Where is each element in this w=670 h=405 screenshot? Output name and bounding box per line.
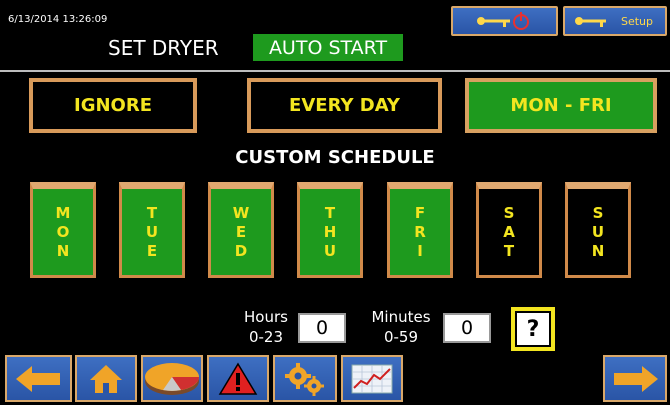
day-letter: W — [232, 203, 250, 222]
hours-label: Hours — [244, 308, 288, 326]
minutes-label: Minutes — [371, 308, 431, 326]
pie-chart-button[interactable] — [141, 355, 203, 402]
day-button-mon[interactable]: M O N — [30, 182, 96, 278]
day-letter: U — [323, 241, 337, 260]
day-letter: U — [145, 222, 159, 241]
forward-button[interactable] — [603, 355, 667, 402]
day-letter: O — [56, 222, 70, 241]
alarm-warning-icon — [218, 362, 258, 395]
day-letter: E — [235, 222, 247, 241]
auto-start-badge: AUTO START — [253, 34, 403, 61]
setup-button[interactable]: Setup — [563, 6, 667, 36]
help-label: ? — [515, 311, 551, 347]
help-button[interactable]: ? — [511, 307, 555, 351]
gears-icon — [285, 362, 324, 396]
alarm-button[interactable] — [207, 355, 269, 402]
forward-arrow-icon — [614, 365, 658, 392]
hours-input[interactable]: 0 — [298, 313, 346, 343]
page-title: SET DRYER — [108, 36, 219, 60]
trend-button[interactable] — [341, 355, 403, 402]
key-power-icon — [477, 12, 529, 30]
back-arrow-icon — [15, 365, 60, 392]
ignore-button[interactable]: IGNORE — [29, 78, 197, 133]
day-letter: S — [592, 203, 604, 222]
day-letter: N — [56, 241, 70, 260]
day-letter: H — [323, 222, 337, 241]
day-letter: E — [146, 241, 158, 260]
datetime: 6/13/2014 13:26:09 — [8, 14, 108, 25]
day-button-tue[interactable]: T U E — [119, 182, 185, 278]
day-letter: T — [503, 241, 515, 260]
trend-graph-icon — [351, 364, 393, 393]
back-button[interactable] — [5, 355, 72, 402]
day-button-fri[interactable]: F R I — [387, 182, 453, 278]
day-letter: T — [324, 203, 336, 222]
day-letter: A — [503, 222, 515, 241]
day-letter: T — [146, 203, 158, 222]
home-icon — [90, 364, 122, 393]
minutes-input[interactable]: 0 — [443, 313, 491, 343]
day-button-sat[interactable]: S A T — [476, 182, 542, 278]
minutes-label-group: Minutes 0-59 — [364, 307, 438, 347]
day-button-sun[interactable]: S U N — [565, 182, 631, 278]
custom-schedule-title: CUSTOM SCHEDULE — [235, 147, 435, 168]
day-letter: R — [414, 222, 426, 241]
settings-button[interactable] — [273, 355, 337, 402]
day-letter: U — [591, 222, 605, 241]
day-button-thu[interactable]: T H U — [297, 182, 363, 278]
every-day-button[interactable]: EVERY DAY — [247, 78, 442, 133]
day-letter: M — [55, 203, 71, 222]
day-letter: N — [591, 241, 605, 260]
day-letter: D — [234, 241, 248, 260]
mon-fri-button[interactable]: MON - FRI — [465, 78, 657, 133]
key-power-button[interactable] — [451, 6, 558, 36]
day-button-wed[interactable]: W E D — [208, 182, 274, 278]
day-letter: S — [503, 203, 515, 222]
home-button[interactable] — [75, 355, 137, 402]
hours-label-group: Hours 0-23 — [236, 307, 296, 347]
header-divider — [0, 70, 670, 72]
setup-label: Setup — [620, 15, 653, 28]
day-letter: I — [417, 241, 423, 260]
minutes-range: 0-59 — [383, 328, 419, 346]
day-letter: F — [414, 203, 426, 222]
hours-range: 0-23 — [248, 328, 284, 346]
key-icon — [575, 17, 606, 27]
pie-chart-icon — [145, 362, 199, 395]
